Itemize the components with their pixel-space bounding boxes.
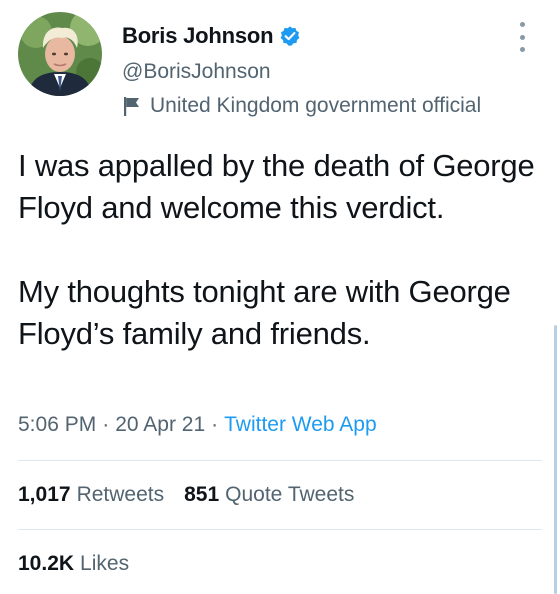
tweet-paragraph: My thoughts tonight are with George Floy…	[18, 274, 511, 351]
government-label[interactable]: United Kingdom government official	[122, 94, 481, 118]
tweet-time[interactable]: 5:06 PM	[18, 413, 96, 436]
quote-tweets-count: 851	[184, 483, 220, 506]
engagement-stats: 1,017 Retweets 851 Quote Tweets	[18, 483, 354, 507]
flag-icon	[122, 95, 142, 117]
more-dot	[519, 34, 525, 40]
meta-separator: ·	[211, 413, 219, 436]
more-dot	[519, 47, 525, 52]
more-dot	[519, 22, 525, 27]
author-name-row: Boris Johnson	[122, 22, 301, 50]
divider	[18, 460, 542, 461]
tweet-date[interactable]: 20 Apr 21	[115, 413, 205, 436]
government-label-text: United Kingdom government official	[150, 94, 482, 117]
tweet-source-link[interactable]: Twitter Web App	[224, 413, 377, 436]
author-handle[interactable]: @BorisJohnson	[122, 60, 271, 84]
tweet-paragraph: I was appalled by the death of George Fl…	[18, 148, 535, 225]
meta-separator: ·	[102, 413, 110, 436]
retweets-label: Retweets	[76, 483, 165, 506]
divider	[18, 529, 542, 530]
likes-row: 10.2K Likes	[18, 552, 129, 576]
likes-count: 10.2K	[18, 552, 75, 575]
quote-tweets-stat[interactable]: 851 Quote Tweets	[184, 483, 354, 507]
likes-stat[interactable]: 10.2K Likes	[18, 552, 129, 576]
author-display-name[interactable]: Boris Johnson	[122, 23, 274, 49]
avatar[interactable]	[18, 12, 102, 96]
tweet-meta: 5:06 PM · 20 Apr 21 · Twitter Web App	[18, 413, 377, 437]
verified-badge-icon	[279, 25, 301, 47]
tweet-page: Boris Johnson @BorisJohnson United Kingd…	[0, 0, 560, 594]
retweets-count: 1,017	[18, 483, 71, 506]
scrollbar[interactable]	[554, 325, 557, 594]
more-vertical-icon[interactable]	[514, 22, 530, 52]
tweet-text: I was appalled by the death of George Fl…	[18, 145, 543, 355]
retweets-stat[interactable]: 1,017 Retweets	[18, 483, 164, 507]
quote-tweets-label: Quote Tweets	[225, 483, 355, 506]
likes-label: Likes	[80, 552, 130, 575]
